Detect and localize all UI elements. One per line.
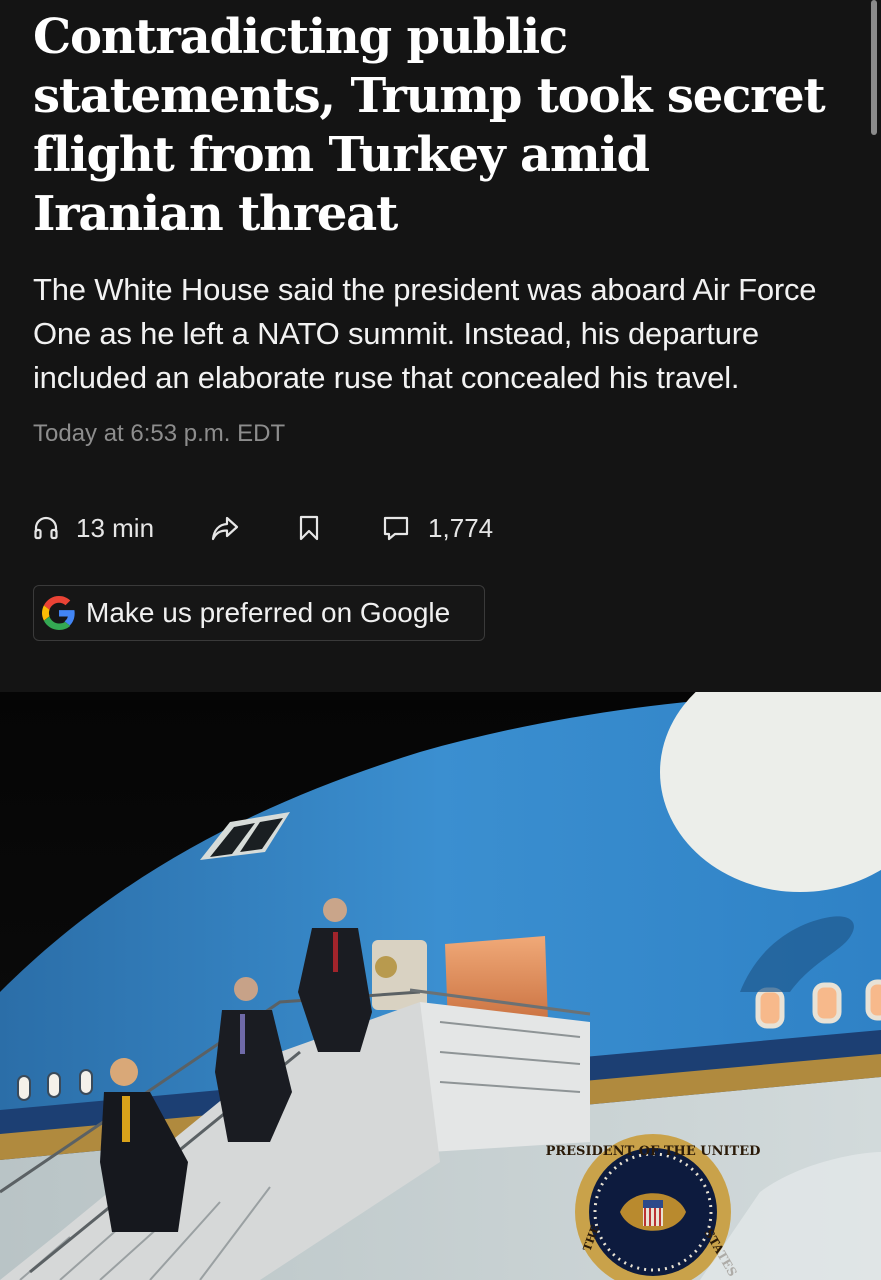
google-preferred-button[interactable]: Make us preferred on Google — [33, 585, 485, 641]
google-logo-icon — [42, 596, 75, 630]
scrollbar[interactable] — [871, 0, 877, 135]
save-button[interactable] — [298, 515, 320, 541]
comments-button[interactable]: 1,774 — [382, 513, 493, 544]
article-action-bar: 13 min 1,774 — [33, 505, 493, 551]
article-header: Contradicting public statements, Trump t… — [0, 0, 881, 448]
share-button[interactable] — [210, 514, 240, 542]
publish-timestamp: Today at 6:53 p.m. EDT — [33, 420, 286, 447]
subheadline: The White House said the president was a… — [33, 272, 817, 395]
comment-icon — [383, 516, 409, 541]
headline: Contradicting public statements, Trump t… — [33, 9, 826, 242]
listen-button[interactable]: 13 min — [33, 513, 154, 544]
comments-count: 1,774 — [428, 512, 494, 543]
share-icon — [211, 516, 239, 541]
headphones-icon — [34, 516, 58, 540]
article-photo: PRESIDENT OF THE UNITED THE STATES — [0, 692, 881, 1280]
air-force-one-photo: PRESIDENT OF THE UNITED THE STATES — [0, 692, 881, 1280]
listen-duration: 13 min — [76, 512, 155, 543]
google-preferred-label: Make us preferred on Google — [86, 597, 451, 628]
bookmark-icon — [299, 515, 319, 541]
seal-top-text: PRESIDENT OF THE UNITED — [546, 1144, 761, 1159]
